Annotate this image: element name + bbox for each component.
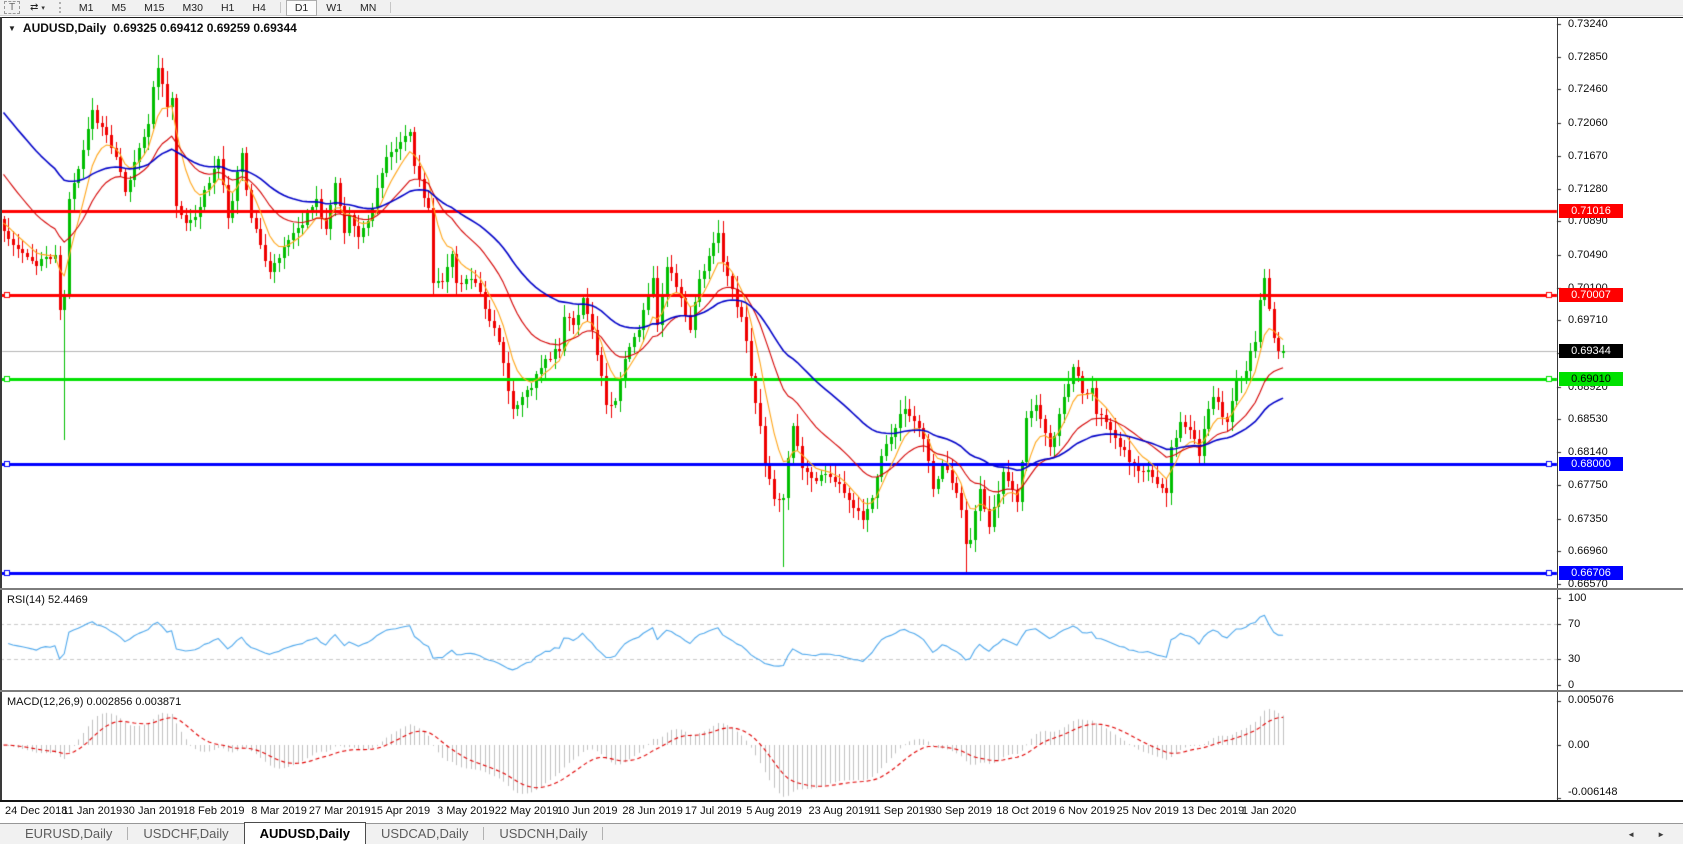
price-axis[interactable]: 0.73240 0.72850 0.72460 0.72060 0.71670 0.712… (1557, 0, 1683, 844)
tab-scroll-controls: ◄► (1627, 830, 1683, 844)
timeframe-button-mn[interactable]: MN (351, 0, 385, 16)
macd-axis-label: -0.006148 (1568, 786, 1618, 798)
timeframe-button-h4[interactable]: H4 (243, 0, 274, 16)
macd-indicator-label: MACD(12,26,9) 0.002856 0.003871 (7, 696, 181, 708)
toolbar-separator (390, 2, 391, 13)
price-tick-label: 0.67350 (1568, 513, 1608, 525)
date-label: 11 Jan 2019 (62, 805, 122, 817)
chart-window-top-border (0, 17, 1683, 18)
price-tick-label: 0.72850 (1568, 51, 1608, 63)
symbol-dropdown-icon[interactable]: ▼ (8, 24, 16, 33)
date-label: 6 Nov 2019 (1059, 805, 1115, 817)
timeframe-button-m1[interactable]: M1 (70, 0, 103, 16)
timeframe-button-h1[interactable]: H1 (212, 0, 243, 16)
macd-axis-label: 0.00 (1568, 739, 1589, 751)
price-tick-label: 0.69710 (1568, 314, 1608, 326)
toolbar-gripper (59, 2, 64, 13)
date-label: 24 Dec 2018 (5, 805, 67, 817)
date-label: 28 Jun 2019 (622, 805, 683, 817)
chart-window-left-border (0, 17, 2, 802)
price-tick-label: 0.71670 (1568, 150, 1608, 162)
date-label: 5 Aug 2019 (746, 805, 802, 817)
date-label: 22 May 2019 (495, 805, 559, 817)
tab-usdcnh[interactable]: USDCNH,Daily (484, 824, 602, 844)
hline-price-badge: 0.66706 (1559, 566, 1623, 580)
rsi-axis-label: 30 (1568, 653, 1580, 665)
date-label: 15 Apr 2019 (371, 805, 430, 817)
date-label: 1 Jan 2020 (1242, 805, 1296, 817)
chart-symbol-period: AUDUSD,Daily (23, 21, 106, 35)
timeframe-button-d1[interactable]: D1 (286, 0, 317, 16)
chart-tabs: EURUSD,DailyUSDCHF,DailyAUDUSD,DailyUSDC… (0, 824, 603, 844)
date-label: 8 Mar 2019 (251, 805, 307, 817)
tab-scroll-left-icon[interactable]: ◄ (1627, 830, 1635, 839)
price-tick-label: 0.67750 (1568, 479, 1608, 491)
price-tick-label: 0.66960 (1568, 545, 1608, 557)
hline-price-badge: 0.70007 (1559, 288, 1623, 302)
cursor-mode-icon: ⇄ (30, 2, 38, 13)
price-tick-label: 0.70490 (1568, 249, 1608, 261)
rsi-panel-splitter[interactable] (0, 588, 1683, 590)
terminal-window: T ⇄▾ M1M5M15M30H1H4 D1W1MN ▼ AUDUSD,Daily 0… (0, 0, 1683, 844)
chart-tab-bar: EURUSD,DailyUSDCHF,DailyAUDUSD,DailyUSDC… (0, 823, 1683, 844)
date-label: 17 Jul 2019 (685, 805, 742, 817)
price-tick-label: 0.72460 (1568, 83, 1608, 95)
pointer-tool-button[interactable]: T (4, 1, 20, 14)
date-label: 30 Sep 2019 (930, 805, 992, 817)
hline-price-badge: 0.68000 (1559, 457, 1623, 471)
date-axis[interactable]: 24 Dec 201811 Jan 201930 Jan 201918 Feb … (0, 802, 1557, 822)
date-label: 3 May 2019 (437, 805, 494, 817)
timeframe-button-m15[interactable]: M15 (135, 0, 173, 16)
macd-axis-label: 0.005076 (1568, 694, 1614, 706)
rsi-axis-label: 70 (1568, 618, 1580, 630)
tab-separator (602, 827, 603, 840)
date-label: 30 Jan 2019 (123, 805, 184, 817)
hline-price-badge: 0.69010 (1559, 372, 1623, 386)
chart-ohlc-quotes: 0.69325 0.69412 0.69259 0.69344 (113, 21, 297, 35)
price-tick-label: 0.72060 (1568, 117, 1608, 129)
tab-scroll-right-icon[interactable]: ► (1657, 830, 1665, 839)
price-tick-label: 0.73240 (1568, 18, 1608, 30)
price-tick-label: 0.71280 (1568, 183, 1608, 195)
timeframe-button-w1[interactable]: W1 (317, 0, 351, 16)
tab-eurusd[interactable]: EURUSD,Daily (10, 824, 127, 844)
date-label: 18 Oct 2019 (996, 805, 1056, 817)
date-label: 23 Aug 2019 (809, 805, 871, 817)
date-label: 27 Mar 2019 (309, 805, 371, 817)
timeframe-toolbar: M1M5M15M30H1H4 D1W1MN (70, 0, 396, 16)
chart-title: ▼ AUDUSD,Daily 0.69325 0.69412 0.69259 0.6… (8, 21, 297, 35)
date-label: 25 Nov 2019 (1116, 805, 1178, 817)
cursor-mode-button[interactable]: ⇄▾ (24, 1, 51, 14)
tab-audusd[interactable]: AUDUSD,Daily (244, 822, 366, 844)
date-label: 18 Feb 2019 (183, 805, 245, 817)
timeframe-button-m5[interactable]: M5 (103, 0, 136, 16)
macd-panel-splitter[interactable] (0, 690, 1683, 692)
dropdown-caret-icon: ▾ (41, 4, 45, 12)
tab-usdcad[interactable]: USDCAD,Daily (366, 824, 483, 844)
date-axis-border (0, 800, 1683, 802)
rsi-indicator-label: RSI(14) 52.4469 (7, 594, 88, 606)
current-price-badge: 0.69344 (1559, 344, 1623, 358)
date-label: 11 Sep 2019 (869, 805, 931, 817)
tab-usdchf[interactable]: USDCHF,Daily (128, 824, 243, 844)
toolbar: T ⇄▾ M1M5M15M30H1H4 D1W1MN (0, 0, 1683, 16)
timeframe-button-m30[interactable]: M30 (174, 0, 212, 16)
chart-canvas[interactable] (0, 0, 1683, 844)
hline-price-badge: 0.71016 (1559, 204, 1623, 218)
date-label: 13 Dec 2019 (1182, 805, 1244, 817)
rsi-axis-label: 100 (1568, 592, 1586, 604)
date-label: 10 Jun 2019 (557, 805, 618, 817)
toolbar-separator (280, 2, 281, 13)
price-tick-label: 0.68530 (1568, 413, 1608, 425)
